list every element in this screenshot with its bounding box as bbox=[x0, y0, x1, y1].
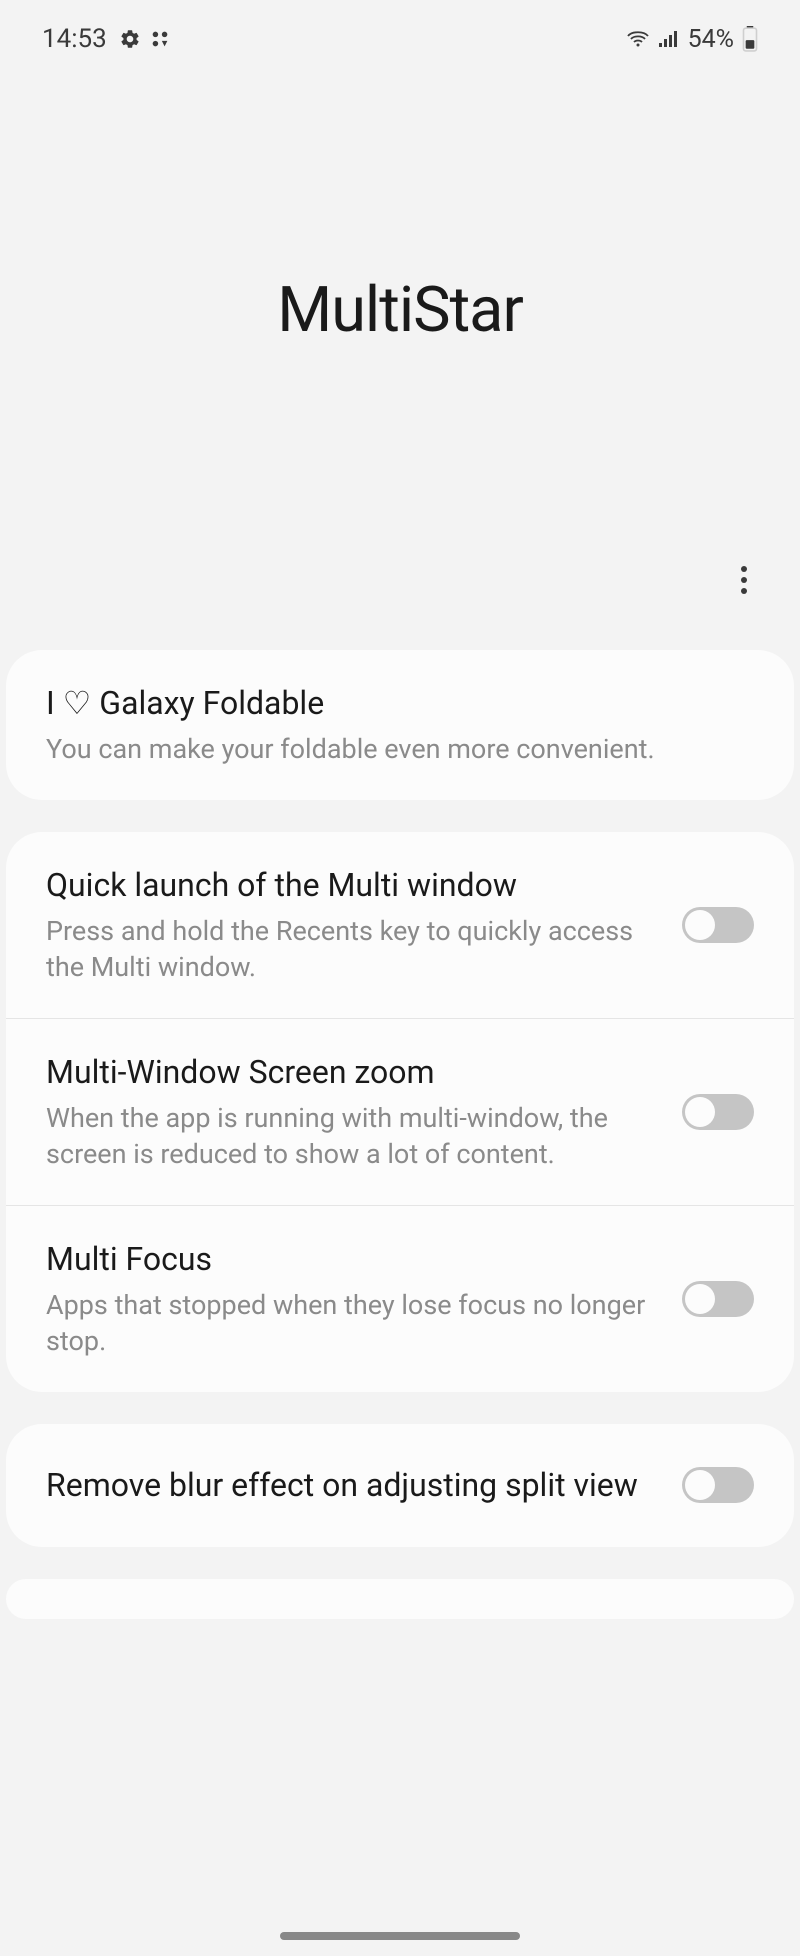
item-subtitle: Apps that stopped when they lose focus n… bbox=[46, 1287, 658, 1360]
item-text: Remove blur effect on adjusting split vi… bbox=[46, 1464, 658, 1507]
item-text: Quick launch of the Multi window Press a… bbox=[46, 864, 658, 986]
toggle-thumb bbox=[685, 1284, 715, 1314]
item-title: Quick launch of the Multi window bbox=[46, 864, 658, 907]
settings-group: Quick launch of the Multi window Press a… bbox=[6, 832, 794, 1392]
item-title: Remove blur effect on adjusting split vi… bbox=[46, 1464, 658, 1507]
battery-percent: 54% bbox=[688, 25, 734, 54]
wifi-icon bbox=[626, 29, 650, 49]
settings-group: Remove blur effect on adjusting split vi… bbox=[6, 1424, 794, 1547]
screen-zoom-toggle[interactable] bbox=[682, 1094, 754, 1130]
status-notification-icons bbox=[119, 28, 171, 50]
status-right: 54% bbox=[626, 25, 758, 54]
page-title: MultiStar bbox=[277, 274, 523, 347]
item-subtitle: When the app is running with multi-windo… bbox=[46, 1100, 658, 1173]
remove-blur-item[interactable]: Remove blur effect on adjusting split vi… bbox=[6, 1424, 794, 1547]
navigation-gesture-bar[interactable] bbox=[280, 1932, 520, 1940]
header-area: MultiStar bbox=[0, 60, 800, 560]
status-left: 14:53 bbox=[42, 24, 171, 54]
more-options-button[interactable] bbox=[724, 560, 764, 600]
item-subtitle: You can make your foldable even more con… bbox=[46, 731, 754, 767]
status-time: 14:53 bbox=[42, 24, 107, 54]
quick-launch-toggle[interactable] bbox=[682, 907, 754, 943]
action-bar bbox=[0, 560, 800, 650]
content: I ♡ Galaxy Foldable You can make your fo… bbox=[0, 650, 800, 1619]
item-title: Multi-Window Screen zoom bbox=[46, 1051, 658, 1094]
more-dot-icon bbox=[741, 577, 747, 583]
quick-launch-item[interactable]: Quick launch of the Multi window Press a… bbox=[6, 832, 794, 1018]
item-text: Multi-Window Screen zoom When the app is… bbox=[46, 1051, 658, 1173]
status-bar: 14:53 54% bbox=[0, 0, 800, 60]
item-text: I ♡ Galaxy Foldable You can make your fo… bbox=[46, 682, 754, 768]
item-text: Multi Focus Apps that stopped when they … bbox=[46, 1238, 658, 1360]
item-title: Multi Focus bbox=[46, 1238, 658, 1281]
remove-blur-toggle[interactable] bbox=[682, 1467, 754, 1503]
gear-icon bbox=[119, 28, 141, 50]
signal-icon bbox=[658, 29, 680, 49]
item-subtitle: Press and hold the Recents key to quickl… bbox=[46, 913, 658, 986]
foldable-item[interactable]: I ♡ Galaxy Foldable You can make your fo… bbox=[6, 650, 794, 800]
battery-icon bbox=[742, 26, 758, 52]
multi-focus-item[interactable]: Multi Focus Apps that stopped when they … bbox=[6, 1205, 794, 1392]
screen-zoom-item[interactable]: Multi-Window Screen zoom When the app is… bbox=[6, 1018, 794, 1205]
settings-group bbox=[6, 1579, 794, 1619]
more-dot-icon bbox=[741, 588, 747, 594]
settings-group: I ♡ Galaxy Foldable You can make your fo… bbox=[6, 650, 794, 800]
app-dots-icon bbox=[149, 28, 171, 50]
toggle-thumb bbox=[685, 1470, 715, 1500]
more-dot-icon bbox=[741, 566, 747, 572]
toggle-thumb bbox=[685, 910, 715, 940]
item-title: I ♡ Galaxy Foldable bbox=[46, 682, 754, 725]
multi-focus-toggle[interactable] bbox=[682, 1281, 754, 1317]
toggle-thumb bbox=[685, 1097, 715, 1127]
